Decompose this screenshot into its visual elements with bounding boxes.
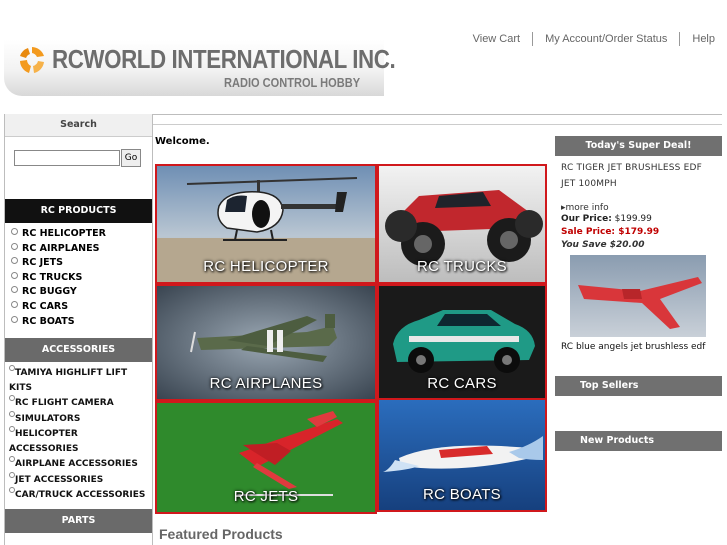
deal-image-caption[interactable]: RC blue angels jet brushless edf bbox=[555, 342, 722, 352]
tile-label: RC CARS bbox=[427, 375, 497, 392]
tile-rc-boats[interactable]: RC BOATS bbox=[377, 398, 547, 512]
tile-rc-cars[interactable]: RC CARS bbox=[377, 284, 547, 401]
top-links: View Cart My Account/Order Status Help bbox=[461, 32, 717, 46]
our-price: Our Price: $199.99 bbox=[561, 214, 652, 224]
sidebar-item-helicopter-accessories[interactable]: HELICOPTER ACCESSORIES bbox=[5, 426, 152, 456]
tile-rc-helicopter[interactable]: RC HELICOPTER bbox=[155, 164, 377, 284]
logo-swirl-icon bbox=[20, 47, 44, 73]
bullet-icon bbox=[11, 286, 18, 294]
sidebar-item-rc-airplanes[interactable]: RC AIRPLANES bbox=[5, 242, 152, 257]
search-form: Go bbox=[5, 137, 152, 187]
bullet-icon bbox=[11, 271, 18, 279]
search-input[interactable] bbox=[14, 150, 120, 166]
accessories-list: TAMIYA HIGHLIFT LIFT KITS RC FLIGHT CAME… bbox=[5, 362, 152, 507]
tile-rc-trucks[interactable]: RC TRUCKS bbox=[377, 164, 547, 284]
content-top-divider bbox=[153, 124, 722, 125]
sidebar-item-simulators[interactable]: SIMULATORS bbox=[5, 410, 152, 427]
sidebar-item-rc-boats[interactable]: RC BOATS bbox=[5, 315, 152, 330]
more-info-link[interactable]: ▸more info bbox=[555, 203, 722, 213]
tile-rc-jets[interactable]: RC JETS bbox=[155, 401, 377, 514]
parts-title: PARTS bbox=[5, 508, 152, 533]
sale-price: Sale Price: $179.99 bbox=[561, 227, 660, 237]
tile-label: RC JETS bbox=[233, 488, 299, 505]
sidebar-item-rc-flight-camera[interactable]: RC FLIGHT CAMERA bbox=[5, 395, 152, 411]
rc-products-title: RC PRODUCTS bbox=[5, 199, 152, 223]
bullet-icon bbox=[11, 228, 18, 235]
bullet-icon bbox=[11, 315, 18, 323]
tile-label: RC TRUCKS bbox=[417, 258, 507, 275]
sidebar-item-car-truck-accessories[interactable]: CAR/TRUCK ACCESSORIES bbox=[5, 487, 152, 503]
deal-product-image[interactable] bbox=[570, 255, 706, 337]
sidebar-item-tamiya-highlift[interactable]: TAMIYA HIGHLIFT LIFT KITS bbox=[5, 365, 152, 395]
todays-deal-title: Today's Super Deal! bbox=[555, 136, 722, 156]
new-products-title: New Products bbox=[555, 431, 722, 451]
bullet-icon bbox=[11, 257, 18, 265]
sidebar-item-rc-cars[interactable]: RC CARS bbox=[5, 300, 152, 315]
search-go-button[interactable]: Go bbox=[121, 149, 141, 167]
my-account-link[interactable]: My Account/Order Status bbox=[532, 32, 679, 46]
tile-label: RC HELICOPTER bbox=[203, 258, 329, 275]
sidebar-item-rc-buggy[interactable]: RC BUGGY bbox=[5, 285, 152, 300]
welcome-text: Welcome. bbox=[155, 136, 210, 147]
sidebar-item-rc-jets[interactable]: RC JETS bbox=[5, 256, 152, 271]
tile-label: RC BOATS bbox=[423, 486, 501, 503]
help-link[interactable]: Help bbox=[679, 32, 717, 46]
you-save: You Save $20.00 bbox=[561, 240, 645, 250]
deal-product-name[interactable]: RC TIGER JET BRUSHLESS EDF JET 100MPH bbox=[555, 156, 722, 192]
sidebar-item-rc-helicopter[interactable]: RC HELICOPTER bbox=[5, 227, 152, 242]
bullet-icon bbox=[11, 242, 18, 250]
bullet-icon bbox=[11, 300, 18, 308]
tile-label: RC AIRPLANES bbox=[209, 375, 323, 392]
brand-name[interactable]: RCWORLD INTERNATIONAL INC. bbox=[52, 44, 396, 75]
accessories-title: ACCESSORIES bbox=[5, 338, 152, 363]
sidebar-item-jet-accessories[interactable]: JET ACCESSORIES bbox=[5, 471, 152, 488]
sidebar-item-rc-trucks[interactable]: RC TRUCKS bbox=[5, 271, 152, 286]
top-sellers-title: Top Sellers bbox=[555, 376, 722, 396]
sidebar-item-airplane-accessories[interactable]: AIRPLANE ACCESSORIES bbox=[5, 456, 152, 472]
left-sidebar: Search Go RC PRODUCTS RC HELICOPTER RC A… bbox=[4, 114, 153, 545]
brand-tagline: RADIO CONTROL HOBBY bbox=[224, 75, 361, 90]
rc-products-list: RC HELICOPTER RC AIRPLANES RC JETS RC TR… bbox=[5, 223, 152, 333]
featured-products-heading: Featured Products bbox=[159, 526, 283, 542]
view-cart-link[interactable]: View Cart bbox=[461, 32, 532, 46]
right-sidebar: Today's Super Deal! RC TIGER JET BRUSHLE… bbox=[555, 136, 722, 352]
search-title: Search bbox=[5, 114, 152, 137]
tile-rc-airplanes[interactable]: RC AIRPLANES bbox=[155, 284, 377, 401]
